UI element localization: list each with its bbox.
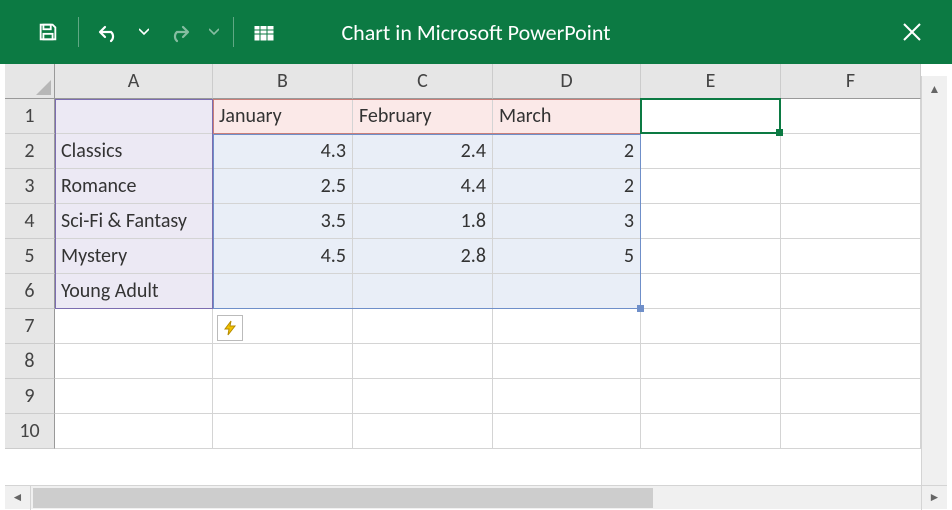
row-headers: 12345678910 (5, 99, 55, 449)
cell-D6[interactable] (493, 274, 641, 309)
cell-E8[interactable] (641, 344, 781, 379)
cell-F2[interactable] (781, 134, 921, 169)
column-headers: ABCDEF (55, 64, 921, 99)
scroll-thumb[interactable] (33, 488, 653, 508)
row-header-3[interactable]: 3 (5, 169, 55, 204)
column-header-B[interactable]: B (213, 64, 353, 99)
cell-E7[interactable] (641, 309, 781, 344)
cell-C10[interactable] (353, 414, 493, 449)
row-header-6[interactable]: 6 (5, 274, 55, 309)
cell-B9[interactable] (213, 379, 353, 414)
cell-F6[interactable] (781, 274, 921, 309)
column-header-D[interactable]: D (493, 64, 641, 99)
cell-D7[interactable] (493, 309, 641, 344)
cell-C8[interactable] (353, 344, 493, 379)
cell-A4[interactable]: Sci-Fi & Fantasy (55, 204, 213, 239)
redo-button[interactable] (159, 12, 199, 52)
cell-F8[interactable] (781, 344, 921, 379)
cell-D2[interactable]: 2 (493, 134, 641, 169)
scroll-up-icon[interactable]: ▲ (922, 76, 947, 102)
cell-A3[interactable]: Romance (55, 169, 213, 204)
redo-dropdown[interactable] (205, 12, 223, 52)
cell-F9[interactable] (781, 379, 921, 414)
horizontal-scrollbar[interactable]: ◄ ► (5, 485, 947, 509)
scroll-right-icon[interactable]: ► (921, 486, 947, 510)
cell-C1[interactable]: February (353, 99, 493, 134)
cell-A7[interactable] (55, 309, 213, 344)
cell-C9[interactable] (353, 379, 493, 414)
cell-B8[interactable] (213, 344, 353, 379)
scroll-left-icon[interactable]: ◄ (5, 486, 31, 510)
cell-E5[interactable] (641, 239, 781, 274)
title-bar: Chart in Microsoft PowerPoint (0, 0, 952, 64)
cell-B10[interactable] (213, 414, 353, 449)
undo-dropdown[interactable] (135, 12, 153, 52)
row-header-4[interactable]: 4 (5, 204, 55, 239)
column-header-F[interactable]: F (781, 64, 921, 99)
undo-button[interactable] (89, 12, 129, 52)
cell-A8[interactable] (55, 344, 213, 379)
row-header-10[interactable]: 10 (5, 414, 55, 449)
row-header-9[interactable]: 9 (5, 379, 55, 414)
cell-B3[interactable]: 2.5 (213, 169, 353, 204)
row-header-2[interactable]: 2 (5, 134, 55, 169)
cell-F10[interactable] (781, 414, 921, 449)
cell-A2[interactable]: Classics (55, 134, 213, 169)
cell-E1[interactable] (641, 99, 781, 134)
cell-A10[interactable] (55, 414, 213, 449)
cell-grid[interactable]: JanuaryFebruaryMarch Classics4.32.42 Roman… (55, 99, 921, 485)
save-button[interactable] (28, 12, 68, 52)
cell-E9[interactable] (641, 379, 781, 414)
row-header-8[interactable]: 8 (5, 344, 55, 379)
cell-B2[interactable]: 4.3 (213, 134, 353, 169)
column-header-C[interactable]: C (353, 64, 493, 99)
cell-F7[interactable] (781, 309, 921, 344)
select-all-corner[interactable] (5, 64, 55, 99)
cell-C2[interactable]: 2.4 (353, 134, 493, 169)
cell-D5[interactable]: 5 (493, 239, 641, 274)
cell-C6[interactable] (353, 274, 493, 309)
cell-A1[interactable] (55, 99, 213, 134)
cell-F4[interactable] (781, 204, 921, 239)
column-header-E[interactable]: E (641, 64, 781, 99)
cell-A9[interactable] (55, 379, 213, 414)
cell-C7[interactable] (353, 309, 493, 344)
cell-E4[interactable] (641, 204, 781, 239)
cell-E2[interactable] (641, 134, 781, 169)
cell-C5[interactable]: 2.8 (353, 239, 493, 274)
cell-D9[interactable] (493, 379, 641, 414)
row-header-7[interactable]: 7 (5, 309, 55, 344)
spreadsheet: ABCDEF 12345678910 JanuaryFebruaryMarchC… (5, 64, 947, 485)
quick-access-toolbar (0, 12, 284, 52)
cell-C4[interactable]: 1.8 (353, 204, 493, 239)
cell-F3[interactable] (781, 169, 921, 204)
cell-E3[interactable] (641, 169, 781, 204)
column-header-A[interactable]: A (55, 64, 213, 99)
cell-B5[interactable]: 4.5 (213, 239, 353, 274)
cell-C3[interactable]: 4.4 (353, 169, 493, 204)
cell-E10[interactable] (641, 414, 781, 449)
cell-A6[interactable]: Young Adult (55, 274, 213, 309)
close-button[interactable] (882, 0, 942, 64)
cell-A5[interactable]: Mystery (55, 239, 213, 274)
row-header-5[interactable]: 5 (5, 239, 55, 274)
cell-F1[interactable] (781, 99, 921, 134)
cell-D8[interactable] (493, 344, 641, 379)
cell-F5[interactable] (781, 239, 921, 274)
cell-D1[interactable]: March (493, 99, 641, 134)
row-header-1[interactable]: 1 (5, 99, 55, 134)
quick-analysis-button[interactable] (217, 315, 243, 341)
edit-data-button[interactable] (244, 12, 284, 52)
cell-B6[interactable] (213, 274, 353, 309)
cell-E6[interactable] (641, 274, 781, 309)
cell-B4[interactable]: 3.5 (213, 204, 353, 239)
cell-D10[interactable] (493, 414, 641, 449)
cell-D3[interactable]: 2 (493, 169, 641, 204)
cell-B1[interactable]: January (213, 99, 353, 134)
cell-D4[interactable]: 3 (493, 204, 641, 239)
vertical-scrollbar[interactable]: ▲ (921, 76, 947, 485)
